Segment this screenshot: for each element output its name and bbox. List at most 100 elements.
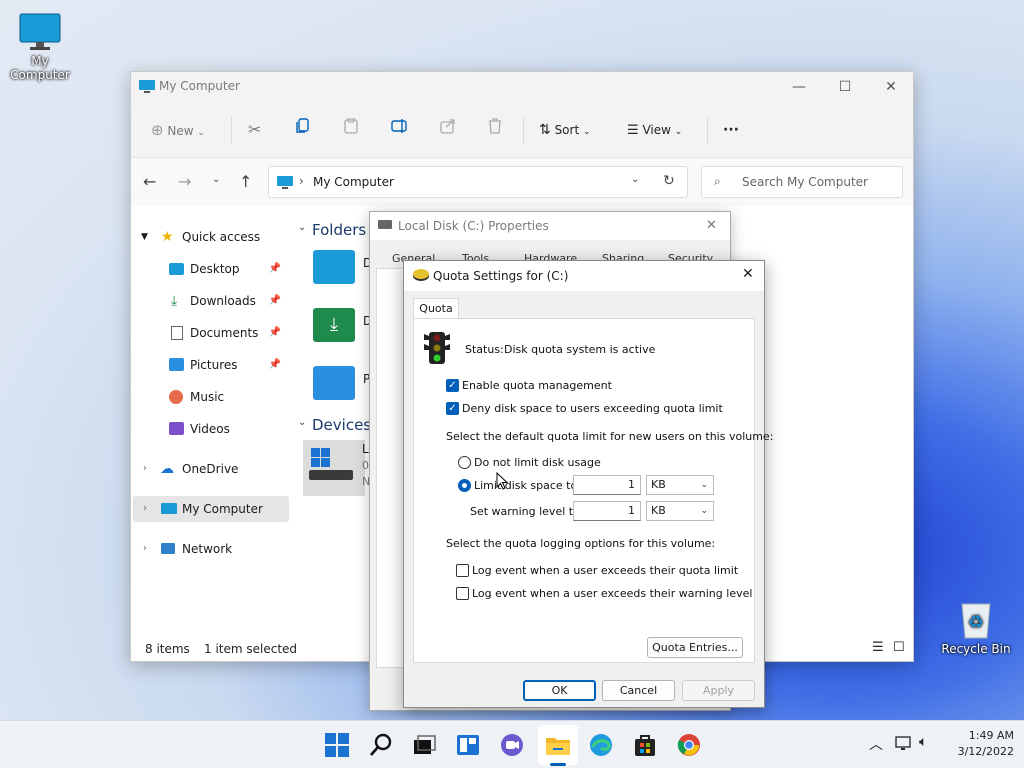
sidebar-item-downloads[interactable]: ⤓ Downloads 📌 [131,288,287,314]
device-detail: 0 [362,459,369,472]
enable-quota-checkbox[interactable]: ✓ [446,379,459,392]
quota-settings-dialog: Quota Settings for (C:) ✕ Quota Status: … [403,260,773,708]
network-icon [161,543,175,554]
tiles-view-icon[interactable]: ☐ [893,640,905,655]
chrome-browser-icon[interactable] [675,731,703,759]
cancel-button[interactable]: Cancel [602,680,675,701]
sidebar-item-pictures[interactable]: Pictures 📌 [131,352,287,378]
view-button[interactable]: ☰ View ⌄ [627,118,682,142]
paste-button[interactable] [344,117,358,142]
file-explorer-icon[interactable] [544,731,572,759]
limit-unit-select[interactable]: KB ⌄ [646,475,714,495]
warning-value-input[interactable]: 1 [573,501,641,521]
chevron-down-icon[interactable]: ⌄ [298,417,306,428]
quota-entries-button[interactable]: Quota Entries... [647,637,743,658]
sidebar-item-music[interactable]: Music [131,384,287,410]
breadcrumb-chevron-icon: › [299,174,304,188]
sidebar-item-videos[interactable]: Videos [131,416,287,442]
limit-disk-label[interactable]: Limit disk space to [474,479,577,492]
new-label: New [167,124,194,138]
new-button[interactable]: ⊕ New ⌄ [151,118,205,142]
share-button[interactable] [440,118,456,142]
address-dropdown-icon[interactable]: ⌄ [631,174,639,185]
system-clock[interactable]: 1:49 AM 3/12/2022 [958,728,1014,760]
up-arrow-icon[interactable]: ↑ [239,172,252,191]
rename-button[interactable] [391,118,409,142]
deny-space-checkbox[interactable]: ✓ [446,402,459,415]
cut-icon[interactable]: ✂ [248,118,261,142]
desktop-icon-recycle-bin[interactable]: ♻ Recycle Bin [936,598,1016,656]
tab-quota[interactable]: Quota [413,298,459,320]
edge-browser-icon[interactable] [587,731,615,759]
plus-circle-icon: ⊕ [151,121,164,139]
log-limit-label[interactable]: Log event when a user exceeds their quot… [472,564,738,577]
network-tray-icon[interactable] [895,736,913,752]
view-icon: ☰ [627,123,639,138]
sidebar-item-network[interactable]: › Network [131,536,287,562]
search-icon[interactable] [367,731,395,759]
recent-chevron-icon[interactable]: ⌄ [212,174,220,185]
limit-value-input[interactable]: 1 [573,475,641,495]
sidebar-item-quick-access[interactable]: ▼ ★ Quick access [131,224,287,250]
maximize-button[interactable]: ☐ [822,72,868,102]
address-bar[interactable]: › My Computer ⌄ ↻ [268,166,688,198]
close-icon[interactable]: ✕ [706,218,717,233]
sidebar-item-my-computer[interactable]: › My Computer [133,496,289,522]
task-view-icon[interactable] [410,731,438,759]
chevron-down-icon: ⌄ [197,128,205,138]
search-input[interactable]: ⌕ Search My Computer [701,166,903,198]
deny-space-label[interactable]: Deny disk space to users exceeding quota… [462,402,723,415]
sidebar-item-desktop[interactable]: Desktop 📌 [131,256,287,282]
close-icon[interactable]: ✕ [742,266,754,282]
search-icon: ⌕ [714,174,721,188]
desktop-icon-label: My Computer [10,54,70,82]
copy-icon [296,118,309,133]
chat-icon[interactable] [498,731,526,759]
refresh-icon[interactable]: ↻ [663,173,675,189]
widgets-icon[interactable] [454,731,482,759]
log-warning-checkbox[interactable] [456,587,469,600]
chevron-down-icon: ⌄ [700,480,708,490]
log-warning-label[interactable]: Log event when a user exceeds their warn… [472,587,752,600]
rename-icon [391,119,407,133]
pictures-folder-icon[interactable] [313,366,355,400]
downloads-folder-icon[interactable]: ⤓ [313,308,355,342]
ok-button[interactable]: OK [523,680,596,701]
tray-chevron-up-icon[interactable]: ︿ [869,734,883,754]
sidebar-item-documents[interactable]: Documents 📌 [131,320,287,346]
store-icon[interactable] [631,731,659,759]
copy-button[interactable] [296,118,310,142]
apply-button[interactable]: Apply [682,680,755,701]
log-limit-checkbox[interactable] [456,564,469,577]
more-options-button[interactable]: ··· [723,118,739,142]
explorer-titlebar[interactable]: My Computer — ☐ ✕ [131,72,913,102]
enable-quota-label[interactable]: Enable quota management [462,379,612,392]
desktop-folder-icon[interactable] [313,250,355,284]
forward-arrow-icon[interactable]: → [178,172,191,191]
folders-group-header[interactable]: Folders ( [312,221,377,239]
pin-icon: 📌 [268,295,281,306]
chevron-down-icon[interactable]: ⌄ [298,222,306,233]
quota-tab-panel: Status: Disk quota system is active ✓ En… [413,318,773,663]
details-view-icon[interactable]: ☰ [872,640,884,655]
no-limit-label[interactable]: Do not limit disk usage [474,456,601,469]
sort-button[interactable]: ⇅ Sort ⌄ [539,118,591,142]
music-icon [169,390,183,404]
delete-button[interactable] [488,118,502,142]
clock-time: 1:49 AM [968,729,1014,742]
start-windows-icon[interactable] [323,731,351,759]
desktop-icon-my-computer[interactable]: My Computer [0,12,80,82]
no-limit-radio[interactable] [458,456,471,469]
properties-titlebar[interactable]: Local Disk (C:) Properties ✕ [370,212,730,240]
close-button[interactable]: ✕ [868,72,914,102]
sidebar-item-onedrive[interactable]: › ☁ OneDrive [131,456,287,482]
quota-titlebar[interactable]: Quota Settings for (C:) ✕ [404,261,764,291]
volume-icon[interactable]: 🔈︎ [919,734,927,750]
recycle-bin-icon: ♻ [961,603,991,639]
back-arrow-icon[interactable]: ← [143,172,156,191]
warning-unit-select[interactable]: KB ⌄ [646,501,714,521]
limit-disk-radio[interactable] [458,479,471,492]
disk-quota-icon [413,269,429,281]
window-title: My Computer [159,79,240,93]
minimize-button[interactable]: — [776,72,822,102]
